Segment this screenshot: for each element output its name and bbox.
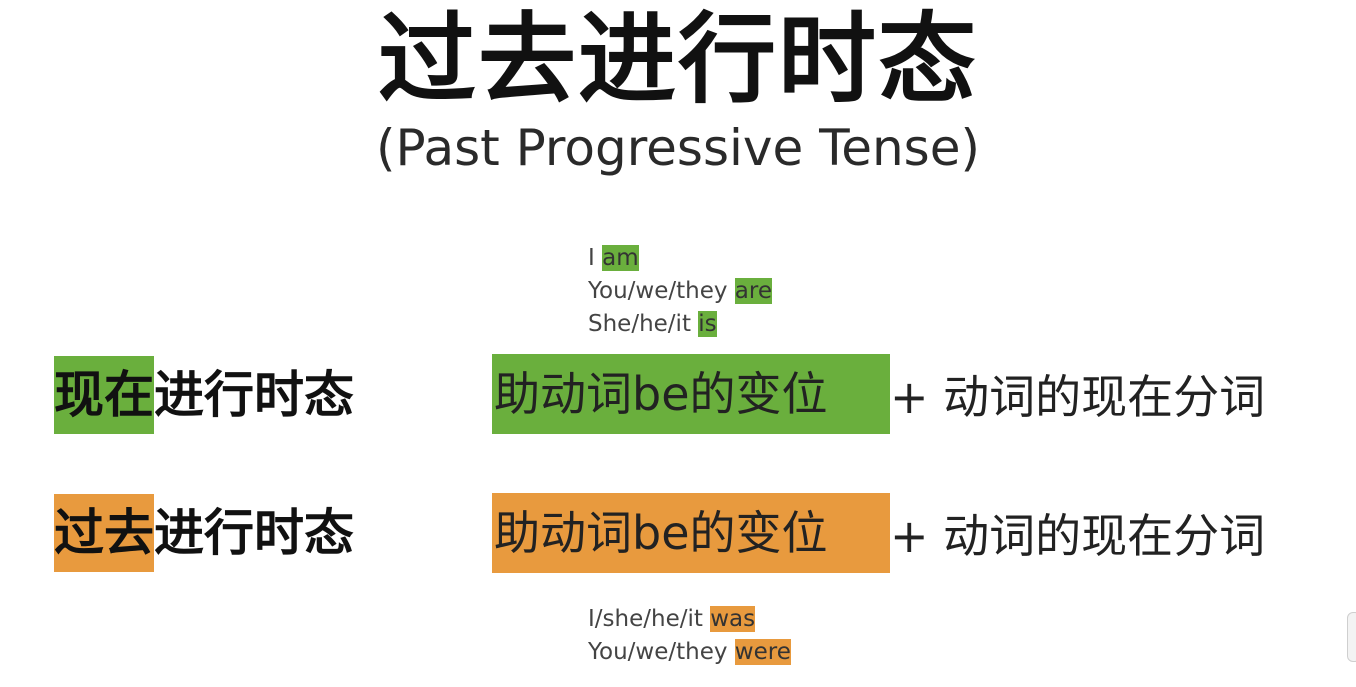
present-formula-box: 助动词be的变位: [492, 354, 890, 434]
label-highlight: 过去: [54, 494, 154, 572]
past-formula-box: 助动词be的变位: [492, 493, 890, 573]
past-conjugation-you-we-they: You/we/they were: [588, 636, 791, 668]
label-highlight: 现在: [54, 356, 154, 434]
page-subtitle: (Past Progressive Tense): [376, 119, 980, 177]
present-conjugation-she-he-it: She/he/it is: [588, 308, 717, 340]
present-formula-rest: + 动词的现在分词: [890, 370, 1266, 424]
label-rest: 进行时态: [154, 365, 354, 424]
conjugation-verb: is: [698, 311, 717, 337]
past-progressive-label: 过去进行时态: [54, 494, 354, 572]
past-conjugation-i-she-he-it: I/she/he/it was: [588, 603, 756, 635]
conjugation-subject: You/we/they: [588, 278, 735, 304]
past-formula-rest: + 动词的现在分词: [890, 509, 1266, 563]
present-progressive-label: 现在进行时态: [54, 356, 354, 434]
conjugation-subject: You/we/they: [588, 639, 735, 665]
conjugation-verb: were: [734, 639, 791, 665]
conjugation-verb: are: [734, 278, 772, 304]
label-rest: 进行时态: [154, 503, 354, 562]
present-conjugation-you-we-they: You/we/they are: [588, 275, 772, 307]
page-title: 过去进行时态: [377, 2, 978, 117]
scroll-handle[interactable]: [1347, 612, 1356, 662]
conjugation-subject: I/she/he/it: [588, 606, 711, 632]
conjugation-verb: am: [602, 245, 639, 271]
conjugation-verb: was: [710, 606, 756, 632]
conjugation-subject: I: [588, 245, 603, 271]
conjugation-subject: She/he/it: [588, 311, 699, 337]
present-conjugation-i: I am: [588, 242, 639, 274]
